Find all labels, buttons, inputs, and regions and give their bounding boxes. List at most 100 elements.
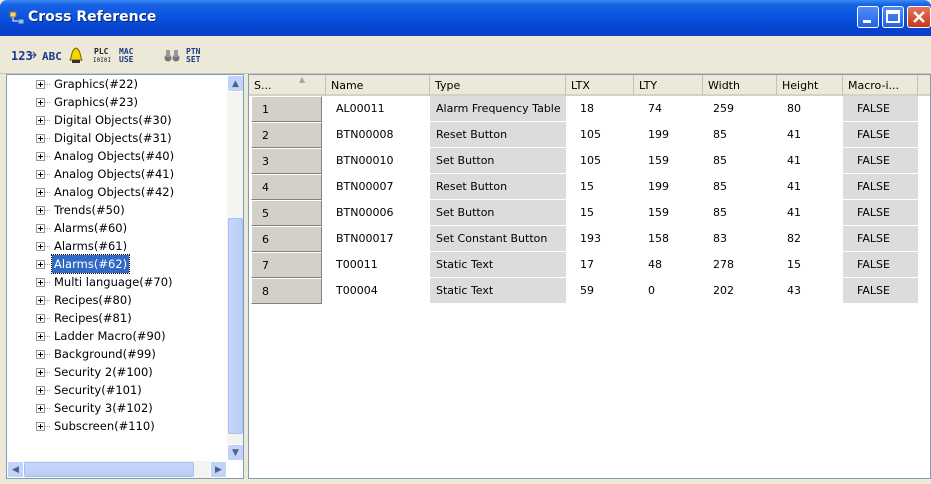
column-header[interactable]: LTX — [566, 75, 634, 96]
tree-vertical-scrollbar[interactable]: ▲ ▼ — [227, 75, 243, 461]
row-number-cell[interactable]: 3 — [251, 148, 322, 174]
find-button[interactable] — [163, 45, 181, 65]
tree-item[interactable]: Analog Objects(#40) — [7, 147, 227, 165]
expand-icon[interactable] — [36, 422, 45, 431]
expand-icon[interactable] — [36, 350, 45, 359]
expand-icon[interactable] — [36, 206, 45, 215]
column-header[interactable]: Height — [777, 75, 843, 96]
horizontal-scroll-thumb[interactable] — [24, 462, 194, 477]
expand-icon[interactable] — [36, 404, 45, 413]
expand-icon[interactable] — [36, 152, 45, 161]
tree-item[interactable]: Trends(#50) — [7, 201, 227, 219]
name-cell: T00004 — [336, 284, 378, 297]
column-header[interactable]: Width — [703, 75, 777, 96]
table-row[interactable]: 6 BTN00017 Set Constant Button 193 158 83 82 FA… — [249, 226, 918, 252]
tree-item[interactable]: Multi language(#70) — [7, 273, 227, 291]
tree-item[interactable]: Background(#99) — [7, 345, 227, 363]
ptn-set-button[interactable]: PTN SET — [184, 45, 206, 65]
tree-horizontal-scrollbar[interactable]: ◀ ▶ — [7, 461, 227, 478]
column-header[interactable]: LTY — [634, 75, 703, 96]
row-number-cell[interactable]: 5 — [251, 200, 322, 226]
tree-item[interactable]: Graphics(#23) — [7, 93, 227, 111]
mac-use-button[interactable]: MAC USE — [117, 45, 139, 65]
tree-item[interactable]: Recipes(#81) — [7, 309, 227, 327]
scroll-left-button[interactable]: ◀ — [7, 461, 24, 478]
title-bar[interactable]: Cross Reference — [0, 0, 931, 36]
table-row[interactable]: 8 T00004 Static Text 59 0 202 43 FALSE — [249, 278, 918, 304]
maximize-button[interactable] — [882, 6, 904, 28]
window-title: Cross Reference — [28, 9, 157, 25]
cross-reference-grid-pane: S... Name Type LTX LTY Width Height Macro-i... ▲… — [248, 74, 931, 479]
minimize-button[interactable] — [857, 6, 879, 28]
plc-button[interactable]: PLC I0I0I — [92, 45, 114, 65]
expand-icon[interactable] — [36, 368, 45, 377]
tree-item[interactable]: Graphics(#22) — [7, 75, 227, 93]
tree-item[interactable]: Digital Objects(#30) — [7, 111, 227, 129]
expand-icon[interactable] — [36, 296, 45, 305]
table-row[interactable]: 5 BTN00006 Set Button 15 159 85 41 FALSE — [249, 200, 918, 226]
row-number-cell[interactable]: 7 — [251, 252, 322, 278]
numbering-button[interactable]: 123 — [11, 45, 37, 65]
type-cell: Reset Button — [430, 174, 566, 200]
ltx-cell: 15 — [580, 180, 594, 193]
expand-icon[interactable] — [36, 260, 45, 269]
expand-icon[interactable] — [36, 386, 45, 395]
tree-item[interactable]: Security 3(#102) — [7, 399, 227, 417]
name-cell: BTN00017 — [336, 232, 394, 245]
expand-icon[interactable] — [36, 278, 45, 287]
table-row[interactable]: 2 BTN00008 Reset Button 105 199 85 41 FALSE — [249, 122, 918, 148]
scroll-right-button[interactable]: ▶ — [210, 461, 227, 478]
row-number-cell[interactable]: 1 — [251, 96, 322, 122]
table-row[interactable]: 1 AL00011 Alarm Frequency Table 18 74 259 80 FA… — [249, 96, 918, 122]
numbering-icon: 123 — [11, 49, 37, 63]
row-number-cell[interactable]: 6 — [251, 226, 322, 252]
plc-top-text: PLC — [94, 47, 109, 56]
expand-icon[interactable] — [36, 170, 45, 179]
tree-item[interactable]: Alarms(#61) — [7, 237, 227, 255]
expand-icon[interactable] — [36, 80, 45, 89]
tree-item[interactable]: Analog Objects(#42) — [7, 183, 227, 201]
expand-icon[interactable] — [36, 98, 45, 107]
text-abc-button[interactable]: ABC — [41, 45, 63, 65]
name-cell: BTN00008 — [336, 128, 394, 141]
column-header[interactable]: Type — [430, 75, 566, 96]
tree-item[interactable]: Analog Objects(#41) — [7, 165, 227, 183]
table-row[interactable]: 3 BTN00010 Set Button 105 159 85 41 FALSE — [249, 148, 918, 174]
tree-item[interactable]: Alarms(#62) — [7, 254, 227, 274]
height-cell: 80 — [787, 102, 801, 115]
tree-item[interactable]: Recipes(#80) — [7, 291, 227, 309]
expand-icon[interactable] — [36, 134, 45, 143]
scroll-down-button[interactable]: ▼ — [227, 444, 243, 461]
close-button[interactable] — [907, 6, 931, 28]
tree-item-label: Security 3(#102) — [54, 401, 153, 415]
column-header[interactable]: Macro-i... — [843, 75, 918, 96]
lty-cell: 159 — [648, 206, 669, 219]
row-number-cell[interactable]: 4 — [251, 174, 322, 200]
tree-item[interactable]: Digital Objects(#31) — [7, 129, 227, 147]
tree-item[interactable]: Security 2(#100) — [7, 363, 227, 381]
width-cell: 259 — [713, 102, 734, 115]
expand-icon[interactable] — [36, 314, 45, 323]
scroll-thumb[interactable] — [228, 218, 243, 434]
column-header[interactable]: S... — [249, 75, 326, 96]
tree-item[interactable]: Subscreen(#110) — [7, 417, 227, 435]
tree-item[interactable]: Security(#101) — [7, 381, 227, 399]
tree-item[interactable]: Ladder Macro(#90) — [7, 327, 227, 345]
tree-connector — [45, 156, 50, 158]
expand-icon[interactable] — [36, 242, 45, 251]
row-number-cell[interactable]: 2 — [251, 122, 322, 148]
expand-icon[interactable] — [36, 224, 45, 233]
scroll-up-button[interactable]: ▲ — [227, 75, 243, 92]
type-cell: Reset Button — [430, 122, 566, 148]
row-number-cell[interactable]: 8 — [251, 278, 322, 304]
table-row[interactable]: 4 BTN00007 Reset Button 15 199 85 41 FALSE — [249, 174, 918, 200]
expand-icon[interactable] — [36, 332, 45, 341]
tree-item[interactable]: Alarms(#60) — [7, 219, 227, 237]
ltx-cell: 17 — [580, 258, 594, 271]
tree-item-label: Security(#101) — [54, 383, 142, 397]
alarm-button[interactable] — [67, 45, 85, 65]
expand-icon[interactable] — [36, 116, 45, 125]
column-header[interactable]: Name — [326, 75, 430, 96]
table-row[interactable]: 7 T00011 Static Text 17 48 278 15 FALSE — [249, 252, 918, 278]
expand-icon[interactable] — [36, 188, 45, 197]
